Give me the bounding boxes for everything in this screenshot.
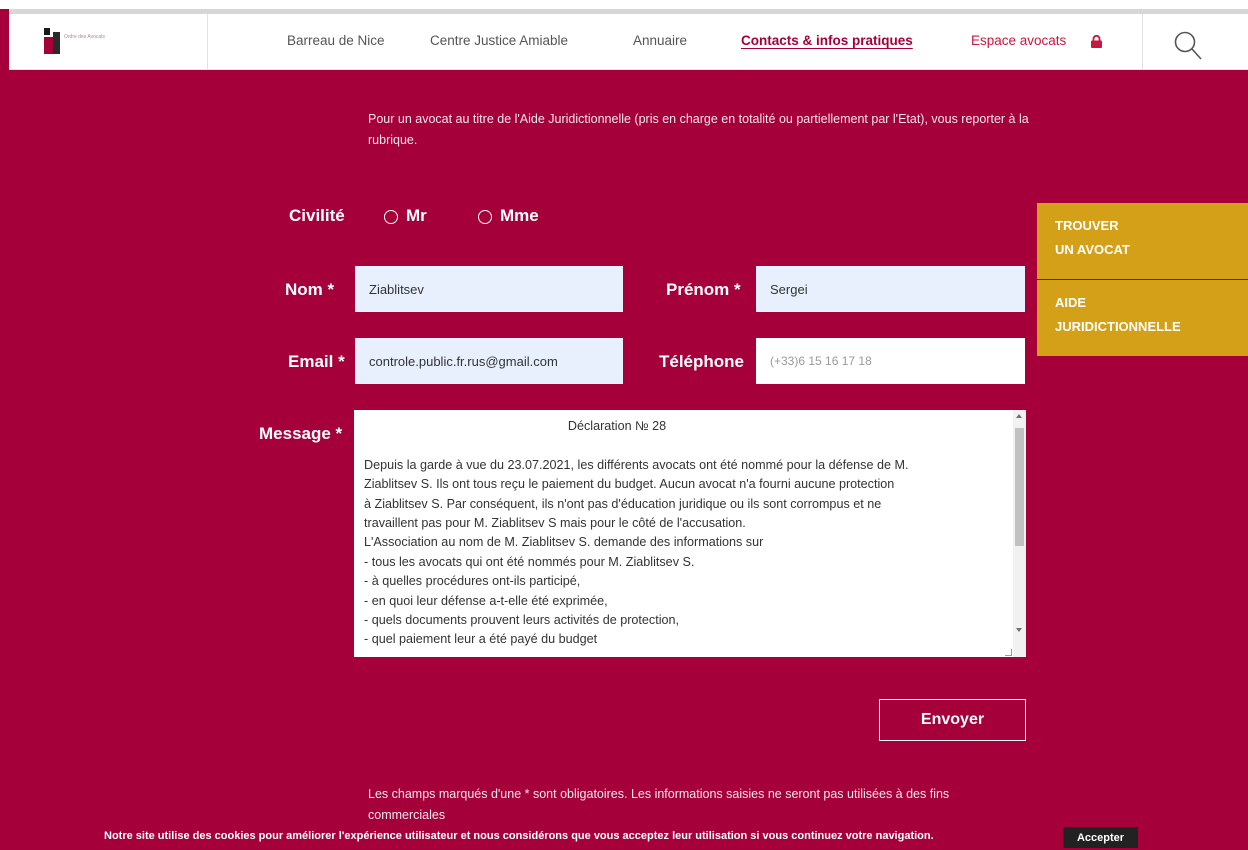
telephone-field[interactable] <box>756 338 1025 384</box>
site-logo[interactable]: Ordre des Avocats <box>44 28 105 54</box>
civilite-label: Civilité <box>289 206 345 225</box>
logo-mark-top <box>44 28 50 35</box>
message-line: - quel paiement leur a été payé du budge… <box>364 632 598 647</box>
message-line: Ziablitsev S. Ils ont tous reçu le paiem… <box>364 477 895 492</box>
scroll-down-arrow-icon[interactable] <box>1016 628 1022 632</box>
cookie-text: Notre site utilise des cookies pour amél… <box>104 830 934 842</box>
message-scrollbar[interactable] <box>1013 410 1026 657</box>
message-line: - en quoi leur défense a-t-elle été expr… <box>364 593 608 608</box>
side-tab-line: JURIDICTIONNELLE <box>1055 319 1181 334</box>
radio-mme-label[interactable]: Mme <box>500 206 539 226</box>
message-line: - à quelles procédures ont-ils participé… <box>364 574 581 589</box>
prenom-label: Prénom * <box>666 280 741 299</box>
message-line: - quels documents prouvent leurs activit… <box>364 613 680 628</box>
nav-annuaire[interactable]: Annuaire <box>633 33 687 48</box>
top-navbar: Ordre des Avocats Barreau de Nice Centre… <box>9 14 1248 70</box>
accept-cookies-button[interactable]: Accepter <box>1063 827 1138 848</box>
prenom-field[interactable] <box>756 266 1025 312</box>
nav-barreau-de-nice[interactable]: Barreau de Nice <box>287 33 385 48</box>
cookie-banner: Notre site utilise des cookies pour amél… <box>0 826 1248 850</box>
nav-contacts-infos-pratiques[interactable]: Contacts & infos pratiques <box>741 33 913 48</box>
logo-text: Ordre des Avocats <box>64 34 106 40</box>
scroll-up-arrow-icon[interactable] <box>1016 414 1022 418</box>
message-line: à Ziablitsev S. Par conséquent, ils n'on… <box>364 496 882 511</box>
side-tab-trouver-un-avocat[interactable]: TROUVER UN AVOCAT <box>1037 203 1248 279</box>
envoyer-button[interactable]: Envoyer <box>879 699 1026 741</box>
email-label: Email * <box>288 352 345 371</box>
scrollbar-thumb[interactable] <box>1015 428 1024 546</box>
top-strip <box>0 0 1248 9</box>
message-title: Déclaration № 28 <box>567 419 667 433</box>
message-label: Message * <box>259 424 343 443</box>
logo-mark-red <box>44 37 53 54</box>
side-tab-aide-juridictionnelle[interactable]: AIDE JURIDICTIONNELLE <box>1037 280 1248 356</box>
message-line: Depuis la garde à vue du 23.07.2021, les… <box>364 457 909 472</box>
radio-mr-label[interactable]: Mr <box>406 206 427 226</box>
nom-field[interactable] <box>355 266 623 312</box>
radio-mr[interactable] <box>384 210 398 224</box>
message-content: Déclaration № 28 Depuis la garde à vue d… <box>364 417 1010 650</box>
lock-icon[interactable] <box>1090 35 1103 48</box>
nav-separator <box>207 14 208 70</box>
nav-centre-justice-amiable[interactable]: Centre Justice Amiable <box>430 33 568 48</box>
nom-label: Nom * <box>285 280 335 299</box>
message-line: - tous les avocats qui ont été nommés po… <box>364 554 695 569</box>
nav-espace-avocats[interactable]: Espace avocats <box>971 33 1066 48</box>
side-tab-line: TROUVER <box>1055 218 1119 233</box>
logo-mark-dark <box>53 32 60 54</box>
side-tab-line: UN AVOCAT <box>1055 242 1130 257</box>
side-tab-line: AIDE <box>1055 295 1087 310</box>
message-textarea[interactable]: Déclaration № 28 Depuis la garde à vue d… <box>354 410 1026 657</box>
telephone-label: Téléphone <box>659 352 745 371</box>
nav-separator <box>1142 14 1143 70</box>
search-icon[interactable] <box>1171 29 1205 63</box>
message-line: travaillent pas pour M. Ziablitsev S mai… <box>364 516 746 531</box>
email-field[interactable] <box>355 338 623 384</box>
resize-grip-icon[interactable] <box>1005 649 1012 656</box>
required-fields-note: Les champs marqués d'une * sont obligato… <box>368 787 950 822</box>
message-line: L'Association au nom de M. Ziablitsev S.… <box>364 535 764 550</box>
intro-text: Pour un avocat au titre de l'Aide Juridi… <box>368 112 1029 147</box>
radio-mme[interactable] <box>478 210 492 224</box>
